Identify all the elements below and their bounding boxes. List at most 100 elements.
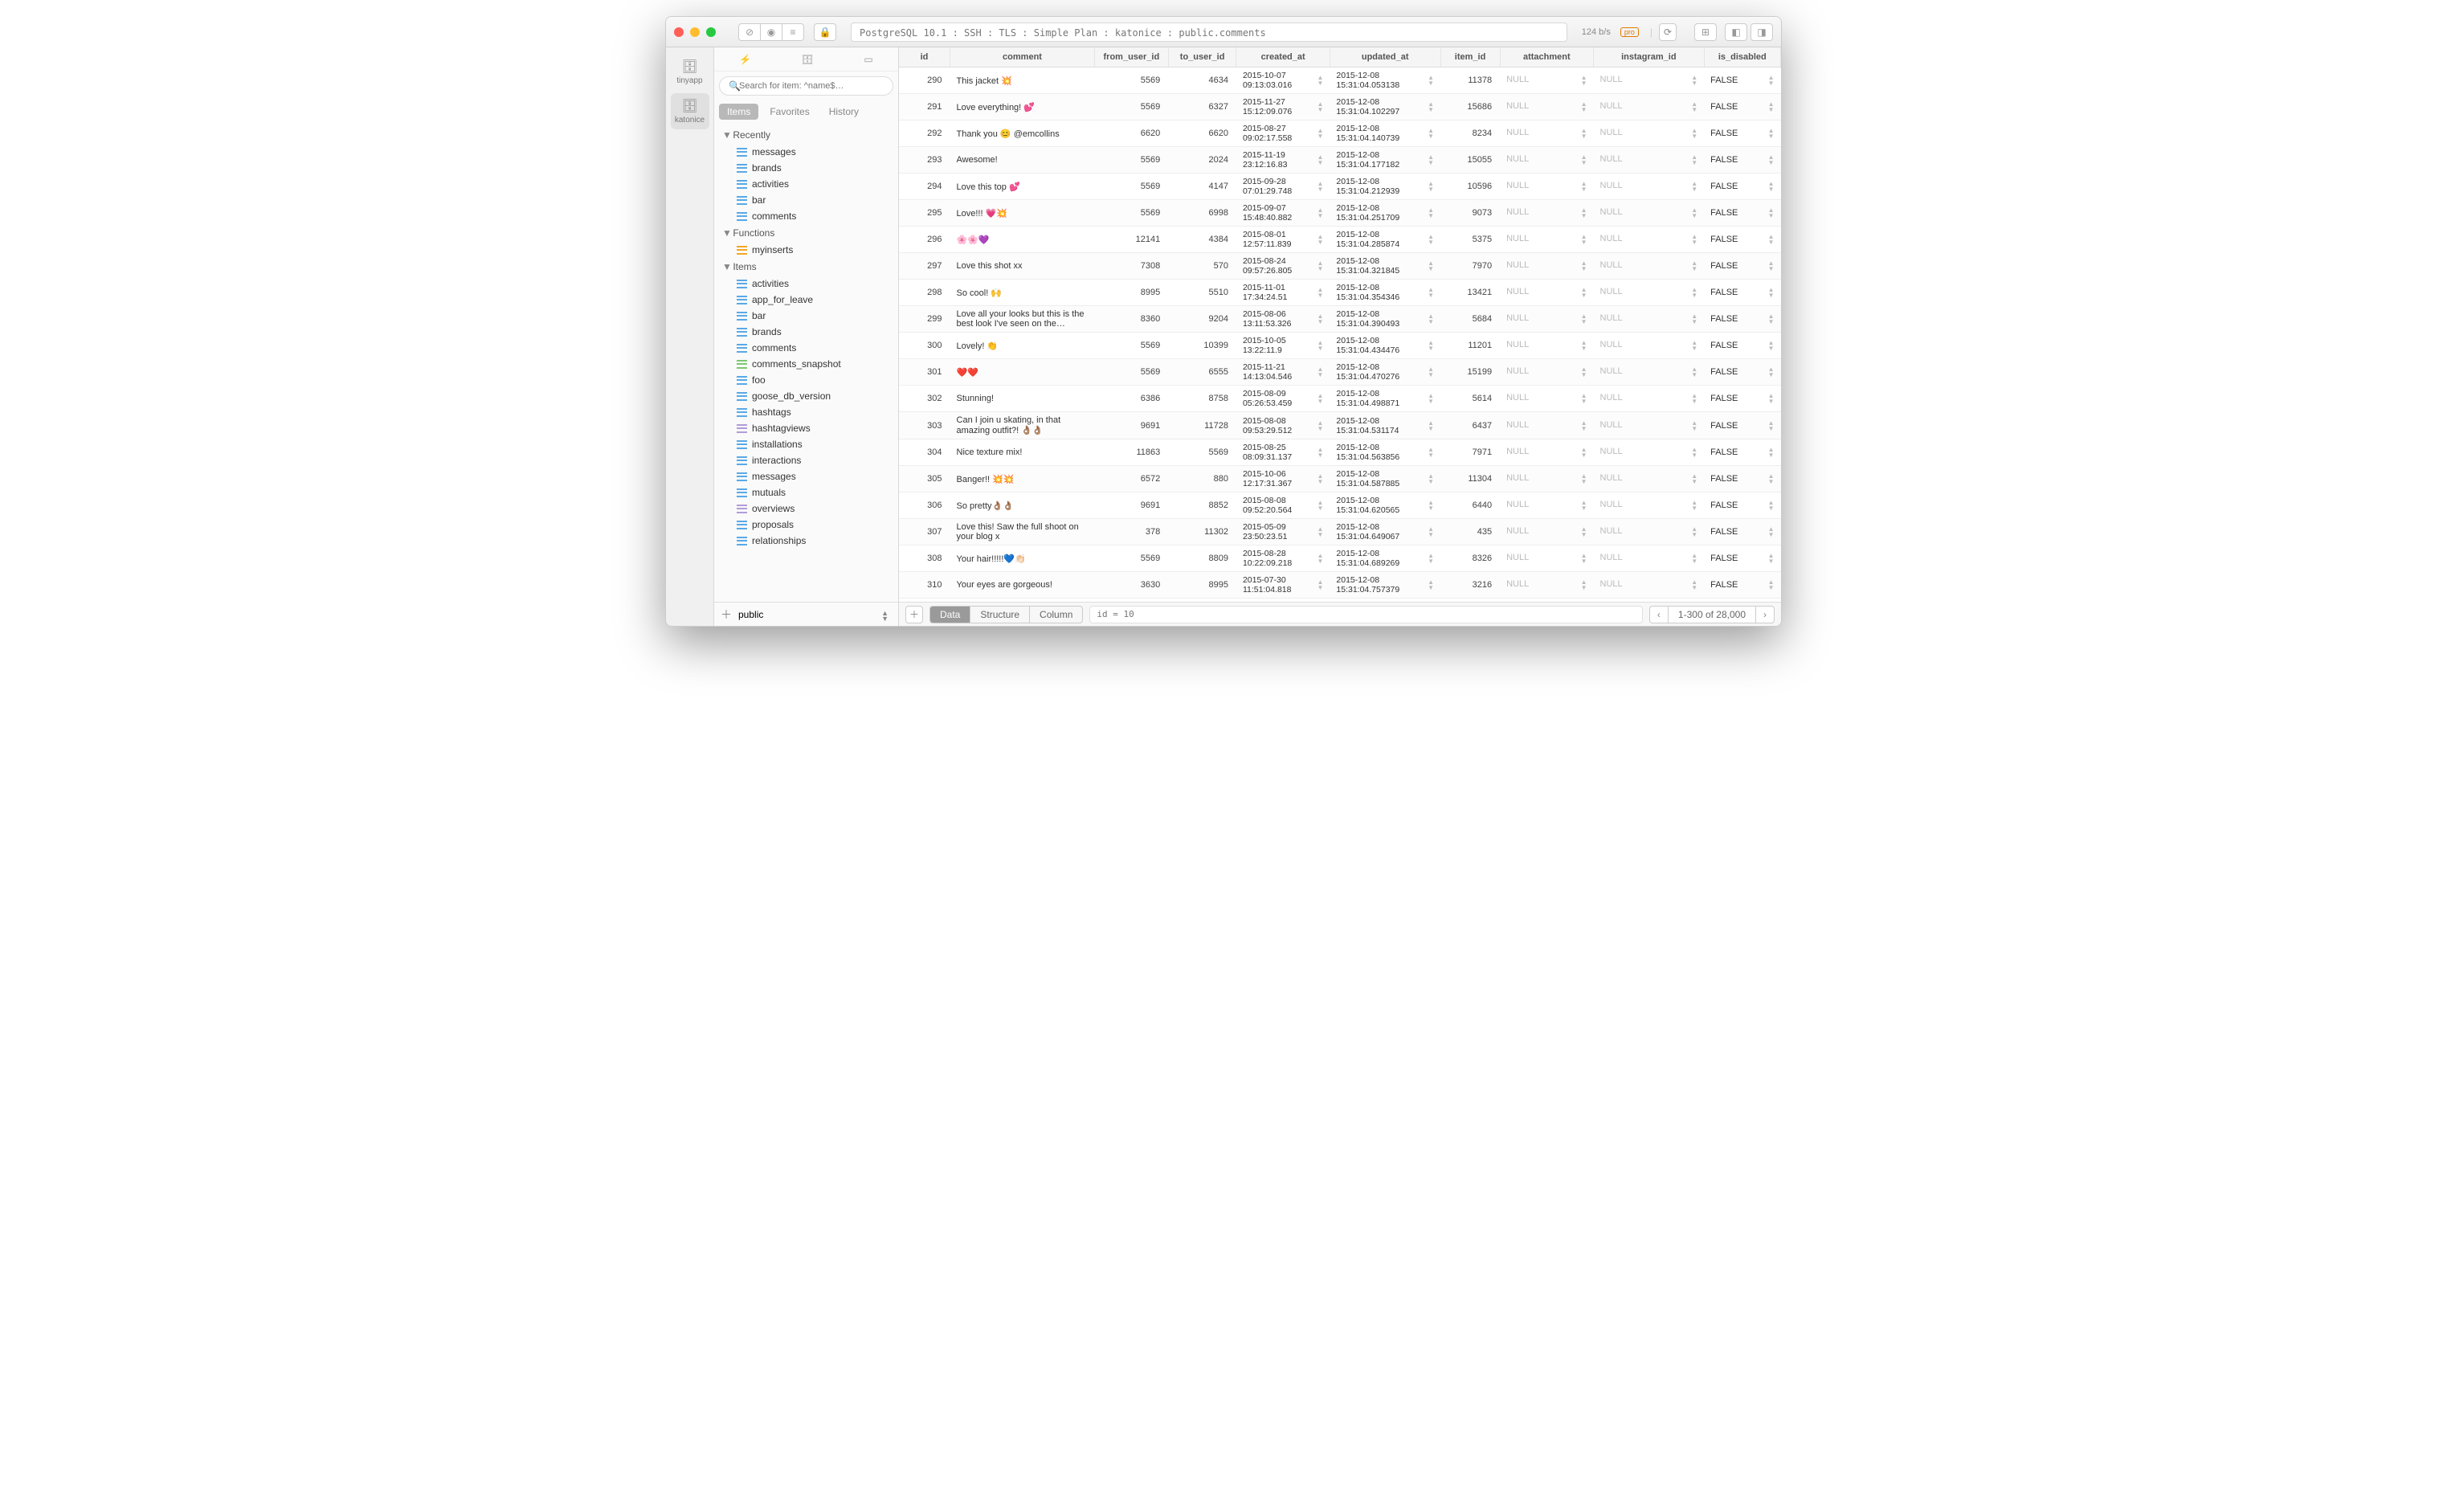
table-row[interactable]: 296🌸🌸💜1214143842015-08-01 12:57:11.839▲▼… [899, 227, 1781, 253]
cell-attachment[interactable]: NULL▲▼ [1500, 572, 1593, 599]
table-row[interactable]: 294Love this top 💕556941472015-09-28 07:… [899, 174, 1781, 200]
cell-disabled[interactable]: FALSE▲▼ [1704, 67, 1780, 94]
cell-from[interactable]: 5569 [1094, 94, 1168, 121]
stepper-icon[interactable]: ▲▼ [1581, 579, 1587, 590]
tree-item-foo[interactable]: foo [719, 372, 898, 388]
cell-updated[interactable]: 2015-12-08 15:31:04.649067▲▼ [1330, 519, 1440, 546]
stepper-icon[interactable]: ▲▼ [1691, 366, 1697, 378]
stepper-icon[interactable]: ▲▼ [1768, 393, 1775, 404]
stepper-icon[interactable]: ▲▼ [1428, 393, 1434, 404]
stepper-icon[interactable]: ▲▼ [1691, 393, 1697, 404]
cell-disabled[interactable]: FALSE▲▼ [1704, 227, 1780, 253]
table-row[interactable]: 290This jacket 💥556946342015-10-07 09:13… [899, 67, 1781, 94]
cell-created[interactable]: 2015-08-06 13:11:53.326▲▼ [1236, 306, 1330, 333]
stepper-icon[interactable]: ▲▼ [1428, 207, 1434, 219]
cell-attachment[interactable]: NULL▲▼ [1500, 280, 1593, 306]
stepper-icon[interactable]: ▲▼ [1317, 101, 1323, 112]
cell-to[interactable]: 880 [1168, 466, 1236, 492]
column-header-from_user_id[interactable]: from_user_id [1094, 47, 1168, 67]
cell-disabled[interactable]: FALSE▲▼ [1704, 121, 1780, 147]
list-button[interactable]: ≡ [782, 23, 804, 41]
cell-disabled[interactable]: FALSE▲▼ [1704, 306, 1780, 333]
stepper-icon[interactable]: ▲▼ [1317, 553, 1323, 564]
cell-instagram[interactable]: NULL▲▼ [1594, 519, 1705, 546]
cell-item[interactable]: 3216 [1440, 572, 1500, 599]
cell-from[interactable]: 5569 [1094, 546, 1168, 572]
cell-item[interactable]: 8326 [1440, 546, 1500, 572]
cell-instagram[interactable]: NULL▲▼ [1594, 412, 1705, 439]
cell-to[interactable]: 8995 [1168, 572, 1236, 599]
cell-disabled[interactable]: FALSE▲▼ [1704, 546, 1780, 572]
cell-attachment[interactable]: NULL▲▼ [1500, 147, 1593, 174]
cell-to[interactable]: 6620 [1168, 121, 1236, 147]
column-header-to_user_id[interactable]: to_user_id [1168, 47, 1236, 67]
cell-instagram[interactable]: NULL▲▼ [1594, 439, 1705, 466]
cell-comment[interactable]: Nice texture mix! [950, 439, 1095, 466]
cell-to[interactable]: 8852 [1168, 492, 1236, 519]
stepper-icon[interactable]: ▲▼ [1428, 287, 1434, 298]
stepper-icon[interactable]: ▲▼ [1581, 75, 1587, 86]
tree-item-brands[interactable]: brands [719, 324, 898, 340]
cell-attachment[interactable]: NULL▲▼ [1500, 466, 1593, 492]
segment-structure[interactable]: Structure [970, 607, 1030, 623]
stepper-icon[interactable]: ▲▼ [1581, 154, 1587, 166]
column-header-is_disabled[interactable]: is_disabled [1704, 47, 1780, 67]
cell-created[interactable]: 2015-11-01 17:34:24.51▲▼ [1236, 280, 1330, 306]
close-window-icon[interactable] [674, 27, 684, 37]
cell-from[interactable]: 5569 [1094, 333, 1168, 359]
cell-comment[interactable]: Stunning! [950, 386, 1095, 412]
stepper-icon[interactable]: ▲▼ [1317, 526, 1323, 537]
cell-disabled[interactable]: FALSE▲▼ [1704, 572, 1780, 599]
cell-from[interactable]: 6386 [1094, 386, 1168, 412]
cell-from[interactable]: 6620 [1094, 121, 1168, 147]
filter-input[interactable] [1089, 606, 1643, 623]
cell-item[interactable]: 13421 [1440, 280, 1500, 306]
tree-item-relationships[interactable]: relationships [719, 533, 898, 549]
cell-instagram[interactable]: NULL▲▼ [1594, 94, 1705, 121]
cell-id[interactable]: 303 [899, 412, 950, 439]
tree-item-interactions[interactable]: interactions [719, 452, 898, 468]
add-row-button[interactable]: ＋ [905, 606, 923, 623]
cell-comment[interactable]: Love this top 💕 [950, 174, 1095, 200]
cell-to[interactable]: 6555 [1168, 359, 1236, 386]
reload-button[interactable]: ⟳ [1659, 23, 1677, 41]
cell-to[interactable]: 11728 [1168, 412, 1236, 439]
stepper-icon[interactable]: ▲▼ [1317, 207, 1323, 219]
cell-from[interactable]: 378 [1094, 519, 1168, 546]
cell-instagram[interactable]: NULL▲▼ [1594, 67, 1705, 94]
lock-button[interactable]: 🔒 [814, 23, 836, 41]
cell-updated[interactable]: 2015-12-08 15:31:04.354346▲▼ [1330, 280, 1440, 306]
stepper-icon[interactable]: ▲▼ [1768, 154, 1775, 166]
stepper-icon[interactable]: ▲▼ [1317, 234, 1323, 245]
cell-comment[interactable]: Thank you 😊 @emcollins [950, 121, 1095, 147]
table-row[interactable]: 310Your eyes are gorgeous!363089952015-0… [899, 572, 1781, 599]
cell-instagram[interactable]: NULL▲▼ [1594, 121, 1705, 147]
tree-group[interactable]: ▼ Items [719, 258, 898, 276]
cell-from[interactable]: 5569 [1094, 67, 1168, 94]
cell-from[interactable]: 5569 [1094, 200, 1168, 227]
stepper-icon[interactable]: ▲▼ [1768, 420, 1775, 431]
cell-updated[interactable]: 2015-12-08 15:31:04.434476▲▼ [1330, 333, 1440, 359]
cell-created[interactable]: 2015-10-05 13:22:11.9▲▼ [1236, 333, 1330, 359]
stepper-icon[interactable]: ▲▼ [1428, 313, 1434, 325]
stepper-icon[interactable]: ▲▼ [1428, 128, 1434, 139]
cell-instagram[interactable]: NULL▲▼ [1594, 253, 1705, 280]
cell-id[interactable]: 302 [899, 386, 950, 412]
connection-breadcrumb[interactable]: PostgreSQL 10.1 : SSH : TLS : Simple Pla… [851, 22, 1567, 42]
tree-item-comments_snapshot[interactable]: comments_snapshot [719, 356, 898, 372]
stepper-icon[interactable]: ▲▼ [1581, 313, 1587, 325]
cell-comment[interactable]: ❤️❤️ [950, 359, 1095, 386]
stepper-icon[interactable]: ▲▼ [1581, 393, 1587, 404]
stepper-icon[interactable]: ▲▼ [1428, 101, 1434, 112]
stepper-icon[interactable]: ▲▼ [1581, 287, 1587, 298]
tree-item-app_for_leave[interactable]: app_for_leave [719, 292, 898, 308]
cell-id[interactable]: 297 [899, 253, 950, 280]
stepper-icon[interactable]: ▲▼ [1768, 447, 1775, 458]
stepper-icon[interactable]: ▲▼ [1317, 447, 1323, 458]
cell-to[interactable]: 8758 [1168, 386, 1236, 412]
stepper-icon[interactable]: ▲▼ [1317, 75, 1323, 86]
cell-updated[interactable]: 2015-12-08 15:31:04.321845▲▼ [1330, 253, 1440, 280]
tree-item-messages[interactable]: messages [719, 468, 898, 484]
stepper-icon[interactable]: ▲▼ [1691, 287, 1697, 298]
table-row[interactable]: 303Can I join u skating, in that amazing… [899, 412, 1781, 439]
